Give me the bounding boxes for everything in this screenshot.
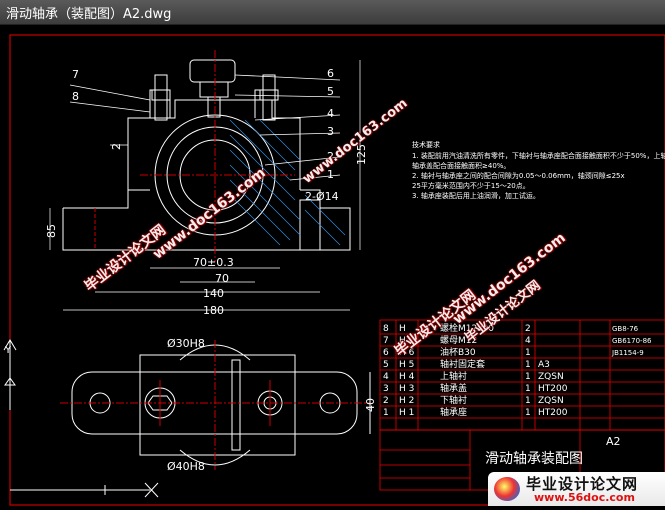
bom-cell-no: 2 xyxy=(383,396,389,406)
balloon-7: 7 xyxy=(72,68,79,81)
bolt-right xyxy=(262,74,276,121)
bom-cell-mat: ZQSN xyxy=(538,372,564,382)
balloon-8: 8 xyxy=(72,90,79,103)
bom-cell-no: 1 xyxy=(383,408,389,418)
bom-cell-qty: 1 xyxy=(525,384,531,394)
bom-cell-name: 轴衬固定套 xyxy=(440,358,485,370)
dim-70: 70 xyxy=(215,272,229,285)
balloon-3: 3 xyxy=(327,125,334,138)
dim-180: 180 xyxy=(203,304,224,317)
bom-cell-no: 3 xyxy=(383,384,389,394)
dim-140: 140 xyxy=(203,287,224,300)
notes-line-2: 轴承盖配合面接触面积≥40%。 xyxy=(412,161,510,170)
top-cap xyxy=(139,354,296,456)
sheet-size: A2 xyxy=(606,435,621,448)
window-title: 滑动轴承（装配图）A2.dwg xyxy=(6,7,172,22)
balloon-5: 5 xyxy=(327,85,334,98)
dim-2: 2 xyxy=(110,143,123,150)
bom-cell-note: GB8-76 xyxy=(612,325,639,333)
bom-cell-no: 5 xyxy=(383,360,389,370)
base-left xyxy=(63,189,150,209)
tech-notes: 技术要求 1. 装配前用汽油清洗所有零件，下轴衬与轴承座配合面接触面积不少于50… xyxy=(412,140,665,200)
front-view xyxy=(62,50,351,262)
bom-cell-qty: 4 xyxy=(525,336,531,346)
bom-cell-name: 上轴衬 xyxy=(440,370,467,382)
notes-line-3: 2. 轴衬与轴承座之间的配合间隙为0.05～0.06mm，轴颈间隙≤25x xyxy=(412,171,625,180)
bom-cell-mat: ZQSN xyxy=(538,396,564,406)
bom-cell-qty: 1 xyxy=(525,360,531,370)
oil-cup xyxy=(189,59,236,83)
bom-cell-note: JB1154-9 xyxy=(611,349,644,357)
brand-url: www.56doc.com xyxy=(534,491,635,504)
bom-cell-name: 轴承座 xyxy=(440,406,467,418)
brand-logo-icon xyxy=(494,477,520,501)
bom-cell-qty: 1 xyxy=(525,372,531,382)
dim-phi30: Ø30H8 xyxy=(167,337,205,350)
dim-85: 85 xyxy=(45,224,58,238)
body-outline xyxy=(127,99,301,190)
notes-line-5: 3. 轴承座装配后用上油润滑，加工试运。 xyxy=(412,191,540,200)
bolt-left xyxy=(154,74,168,121)
bom-cell-no: 4 xyxy=(383,372,389,382)
bom-cell-code: H 5 xyxy=(399,360,414,370)
bom-cell-no: 7 xyxy=(383,336,389,346)
bom-cell-code: H 3 xyxy=(399,384,414,394)
bom-cell-no: 6 xyxy=(383,348,389,358)
bom-cell-name: 油杯B30 xyxy=(440,346,476,358)
bom-cell-mat: A3 xyxy=(538,360,550,370)
bom-cell-name: 轴承盖 xyxy=(440,382,467,394)
bom-cell-mat: HT200 xyxy=(538,384,568,394)
bom-cell-note: GB6170-86 xyxy=(612,337,652,345)
bom-cell-qty: 1 xyxy=(525,408,531,418)
bom-cell-qty: 1 xyxy=(525,348,531,358)
drawing-canvas[interactable]: 7 8 6 5 4 3 2 1 125 85 70±0.3 70 140 180… xyxy=(0,25,665,506)
top-view xyxy=(60,340,371,470)
bom-cell-qty: 2 xyxy=(525,324,531,334)
notes-line-4: 25平方毫米范围内不少于15～20点。 xyxy=(412,181,530,190)
notes-heading: 技术要求 xyxy=(412,140,440,149)
bom-cell-no: 8 xyxy=(383,324,389,334)
bom-cell-qty: 1 xyxy=(525,396,531,406)
dim-40: 40 xyxy=(364,398,377,412)
bom-cell-name: 下轴衬 xyxy=(440,394,467,406)
notes-line-1: 1. 装配前用汽油清洗所有零件，下轴衬与轴承座配合面接触面积不少于50%，上轴衬… xyxy=(412,151,665,160)
ucs-icon xyxy=(3,339,159,498)
balloon-6: 6 xyxy=(327,67,334,80)
brand-banner[interactable]: 毕业设计论文网 www.56doc.com xyxy=(488,472,665,506)
bom-cell-code: H 1 xyxy=(399,408,414,418)
dim-phi40: Ø40H8 xyxy=(167,460,205,473)
bom-cell-code: H 2 xyxy=(399,396,414,406)
bom-cell-code: H 4 xyxy=(399,372,415,382)
dim-2-phi14: 2-Ø14 xyxy=(305,190,339,203)
dim-70-tol: 70±0.3 xyxy=(193,256,234,269)
drawing-title: 滑动轴承装配图 xyxy=(485,450,583,467)
ucs-y-label: Y xyxy=(4,345,12,356)
bom-cell-mat: HT200 xyxy=(538,408,568,418)
window-titlebar[interactable]: 滑动轴承（装配图）A2.dwg xyxy=(0,0,665,25)
balloon-4: 4 xyxy=(327,107,334,120)
